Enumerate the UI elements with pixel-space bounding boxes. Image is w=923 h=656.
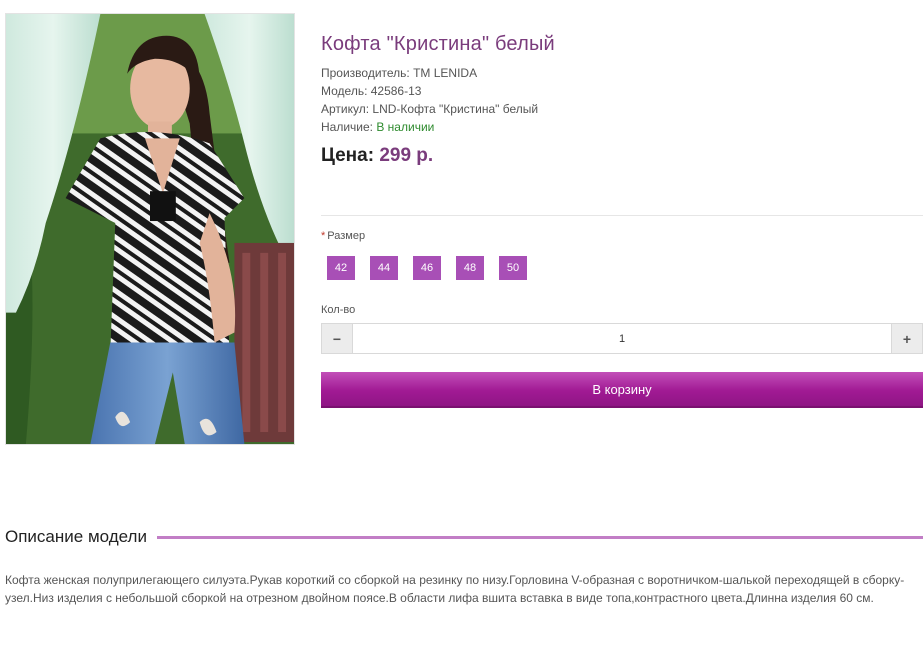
description-heading: Описание модели <box>5 526 923 548</box>
description-text: Кофта женская полуприлегающего силуэта.Р… <box>5 573 905 605</box>
quantity-decrease-button[interactable]: − <box>322 324 353 353</box>
size-options: 42 44 46 48 50 <box>327 256 527 280</box>
product-photo-illustration <box>6 14 294 444</box>
product-title: Кофта "Кристина" белый <box>321 33 555 55</box>
size-option-50[interactable]: 50 <box>499 256 527 280</box>
price: Цена: 299 р. <box>321 143 923 169</box>
manufacturer[interactable]: Производитель: TM LENIDA <box>321 64 923 82</box>
size-option-48[interactable]: 48 <box>456 256 484 280</box>
quantity-input[interactable] <box>353 324 891 353</box>
quantity-stepper: − + <box>321 323 923 354</box>
price-value: 299 р. <box>379 145 434 166</box>
size-option-46[interactable]: 46 <box>413 256 441 280</box>
add-to-cart-button[interactable]: В корзину <box>321 372 923 408</box>
size-label: * Размер <box>321 230 365 242</box>
availability-label: Наличие: <box>321 120 377 134</box>
size-option-42[interactable]: 42 <box>327 256 355 280</box>
product-meta: Производитель: TM LENIDA Модель: 42586-1… <box>321 64 923 136</box>
product-info: Кофта "Кристина" белый Производитель: TM… <box>321 30 923 169</box>
required-mark: * <box>321 230 326 242</box>
size-label-text: Размер <box>327 230 366 242</box>
article: Артикул: LND-Кофта "Кристина" белый <box>321 102 539 116</box>
price-label: Цена: <box>321 145 380 166</box>
description-heading-rule <box>156 535 923 539</box>
product-image[interactable] <box>5 13 295 445</box>
size-option-44[interactable]: 44 <box>370 256 398 280</box>
quantity-increase-button[interactable]: + <box>891 324 922 353</box>
product-page: Кофта "Кристина" белый Производитель: TM… <box>0 0 923 656</box>
description-heading-text: Описание модели <box>5 527 147 546</box>
divider <box>321 215 923 216</box>
model: Модель: 42586-13 <box>321 84 422 98</box>
availability: Наличие: В наличии <box>321 118 923 136</box>
availability-status: В наличии <box>376 120 435 134</box>
quantity-label: Кол-во <box>321 304 356 316</box>
